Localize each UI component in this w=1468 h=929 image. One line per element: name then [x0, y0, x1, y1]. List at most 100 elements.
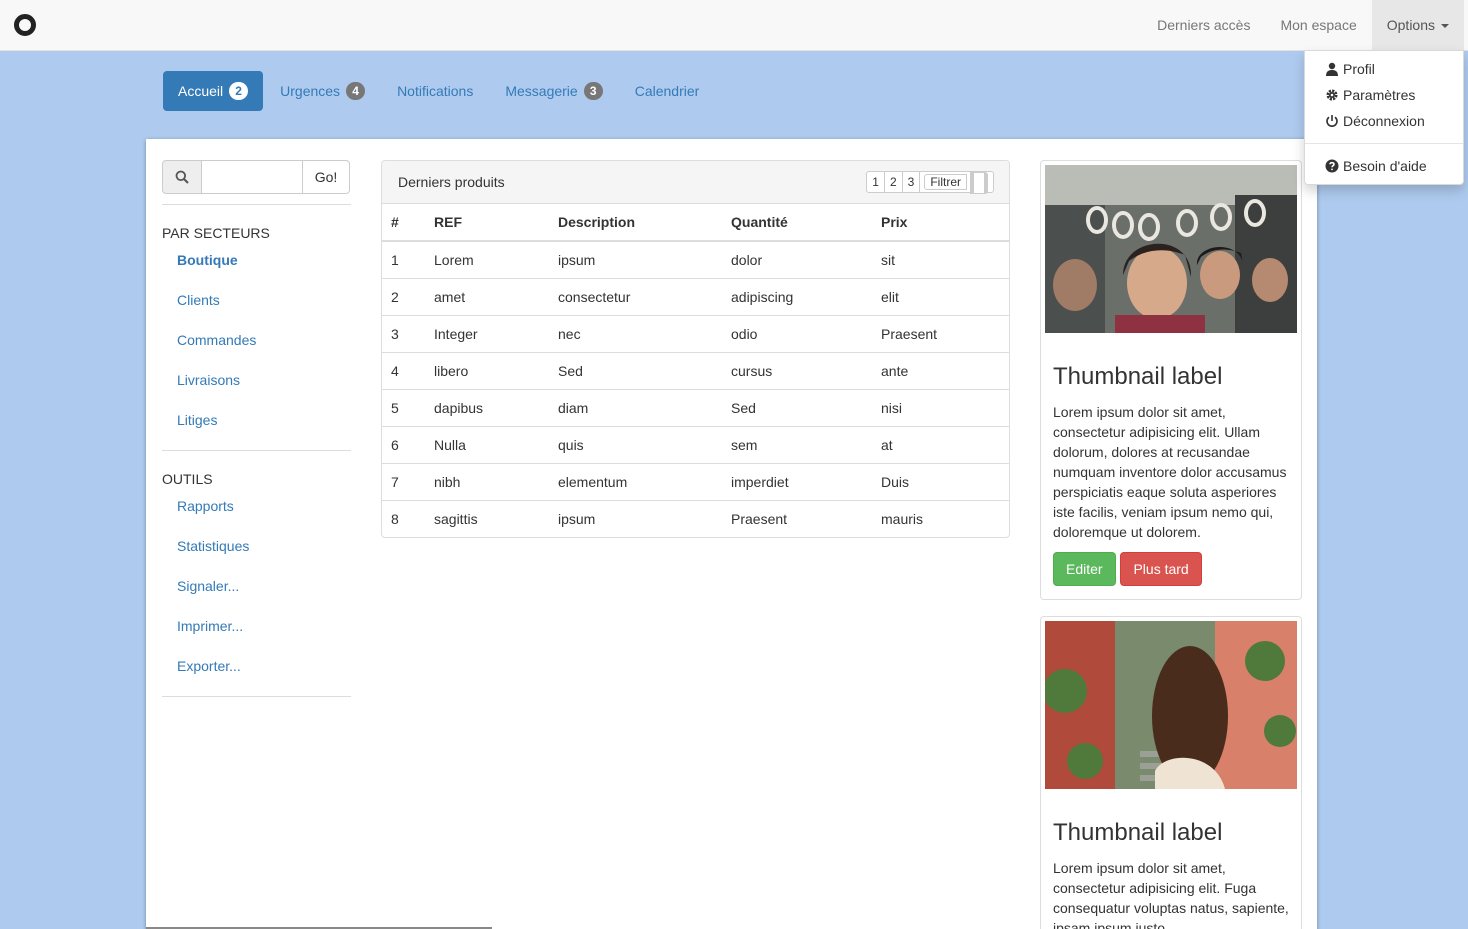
column-header: Prix [872, 204, 1009, 242]
table-cell: mauris [872, 499, 1009, 537]
table-cell: Nulla [425, 425, 549, 463]
menu-item-label: Besoin d'aide [1343, 158, 1427, 174]
sidebar-item-clients[interactable]: Clients [162, 280, 351, 320]
tab-notifications[interactable]: Notifications [382, 71, 488, 111]
main-tabs: Accueil 2 Urgences 4 Notifications Message… [163, 71, 716, 111]
table-cell: adipiscing [722, 277, 872, 315]
thumbnail-card: Thumbnail label Lorem ipsum dolor sit am… [1040, 160, 1302, 600]
page-button[interactable]: 2 [883, 171, 903, 193]
sidebar-tools-title: OUTILS [162, 471, 213, 487]
table-row: 1 Lorem ipsum dolor sit [382, 241, 1009, 278]
nav-my-space[interactable]: Mon espace [1265, 0, 1371, 50]
tab-label: Messagerie [505, 83, 578, 99]
search-input[interactable] [202, 160, 303, 194]
page-button[interactable]: 3 [901, 171, 921, 193]
tab-accueil[interactable]: Accueil 2 [163, 71, 264, 111]
table-cell: Sed [722, 388, 872, 426]
menu-divider [1305, 143, 1463, 144]
table-cell: dolor [731, 251, 763, 268]
table-cell: Integer [425, 314, 549, 352]
thumbnail-image-subway [1045, 165, 1297, 333]
table-cell: consectetur [549, 277, 722, 315]
table-cell: elementum [549, 462, 722, 500]
tab-label: Calendrier [634, 83, 700, 99]
nav-options-dropdown[interactable]: Options [1371, 0, 1464, 50]
page-button[interactable]: 1 [866, 171, 885, 193]
sidebar-divider [162, 450, 351, 451]
menu-item-help[interactable]: Besoin d'aide [1305, 153, 1463, 179]
nav-recent-access[interactable]: Derniers accès [1142, 0, 1265, 50]
table-cell: dapibus [425, 388, 549, 426]
sidebar-item-exporter[interactable]: Exporter... [162, 646, 351, 686]
menu-item-label: Déconnexion [1343, 113, 1425, 129]
table-cell: 3 [382, 314, 425, 352]
tab-messagerie[interactable]: Messagerie 3 [490, 71, 617, 111]
edit-button[interactable]: Editer [1053, 552, 1116, 586]
menu-item-profile[interactable]: Profil [1305, 56, 1463, 82]
filter-dropdown-button[interactable]: Filtrer [919, 171, 994, 194]
table-cell: sagittis [425, 499, 549, 537]
sidebar-item-rapports[interactable]: Rapports [162, 486, 351, 526]
tab-badge: 2 [229, 82, 249, 100]
gear-icon [1326, 89, 1338, 101]
thumbnail-title: Thumbnail label [1053, 819, 1223, 846]
table-cell: 8 [382, 499, 425, 537]
thumbnail-title: Thumbnail label [1053, 363, 1223, 390]
table-row: 6 Nulla quis sem at [382, 425, 1009, 463]
later-button[interactable]: Plus tard [1120, 552, 1202, 586]
sidebar-item-livraisons[interactable]: Livraisons [162, 360, 351, 400]
table-cell: amet [425, 277, 549, 315]
tab-badge: 4 [346, 82, 366, 100]
power-icon [1326, 115, 1338, 127]
table-cell: imperdiet [722, 462, 872, 500]
caret-down-icon [1441, 24, 1449, 29]
products-panel: Derniers produits 1 2 3 Filtrer # REF De… [381, 160, 1010, 538]
column-header: Quantité [722, 204, 872, 242]
sidebar-divider [162, 696, 351, 697]
table-cell: libero [425, 351, 549, 389]
table-cell: sem [722, 425, 872, 463]
column-header: Description [549, 204, 722, 242]
tab-label: Accueil [178, 83, 224, 99]
search-go-button[interactable]: Go! [303, 160, 350, 194]
table-cell: Praesent [722, 499, 872, 537]
brand-logo-icon[interactable] [14, 14, 36, 36]
table-cell: ipsum [558, 251, 596, 268]
tab-urgences[interactable]: Urgences 4 [265, 71, 380, 111]
products-panel-title: Derniers produits [398, 174, 505, 190]
sidebar-item-imprimer[interactable]: Imprimer... [162, 606, 351, 646]
table-row: 7 nibh elementum imperdiet Duis [382, 462, 1009, 500]
thumbnail-text: Lorem ipsum dolor sit amet, consectetur … [1053, 404, 1287, 540]
tab-badge: 3 [583, 82, 603, 100]
menu-item-label: Profil [1343, 61, 1375, 77]
table-cell: Sed [549, 351, 722, 389]
tab-label: Urgences [280, 83, 341, 99]
sidebar-item-boutique[interactable]: Boutique [162, 240, 351, 280]
sidebar-sectors-title: PAR SECTEURS [162, 225, 270, 241]
sidebar-tools-list: Rapports Statistiques Signaler... Imprim… [162, 486, 351, 686]
table-cell: Lorem [434, 251, 474, 268]
sidebar-item-litiges[interactable]: Litiges [162, 400, 351, 440]
sidebar-item-signaler[interactable]: Signaler... [162, 566, 351, 606]
table-cell: 2 [382, 277, 425, 315]
thumbnail-card: Thumbnail label Lorem ipsum dolor sit am… [1040, 616, 1302, 929]
table-row: 5 dapibus diam Sed nisi [382, 388, 1009, 426]
sidebar-item-commandes[interactable]: Commandes [162, 320, 351, 360]
caret-down-icon [970, 172, 988, 194]
question-circle-icon [1325, 159, 1339, 173]
top-navbar: Derniers accès Mon espace Options [0, 0, 1468, 51]
table-cell: elit [872, 277, 1009, 315]
table-row: 3 Integer nec odio Praesent [382, 314, 1009, 352]
table-cell: ipsum [549, 499, 722, 537]
table-row: 8 sagittis ipsum Praesent mauris [382, 499, 1009, 537]
sidebar-item-statistiques[interactable]: Statistiques [162, 526, 351, 566]
search-icon [162, 160, 202, 194]
table-cell: at [872, 425, 1009, 463]
user-icon [1326, 62, 1338, 76]
menu-item-settings[interactable]: Paramètres [1305, 82, 1463, 108]
tab-calendrier[interactable]: Calendrier [620, 71, 715, 111]
menu-item-logout[interactable]: Déconnexion [1305, 108, 1463, 134]
options-label: Options [1386, 17, 1435, 33]
menu-item-label: Paramètres [1343, 87, 1416, 103]
table-row: 4 libero Sed cursus ante [382, 351, 1009, 389]
